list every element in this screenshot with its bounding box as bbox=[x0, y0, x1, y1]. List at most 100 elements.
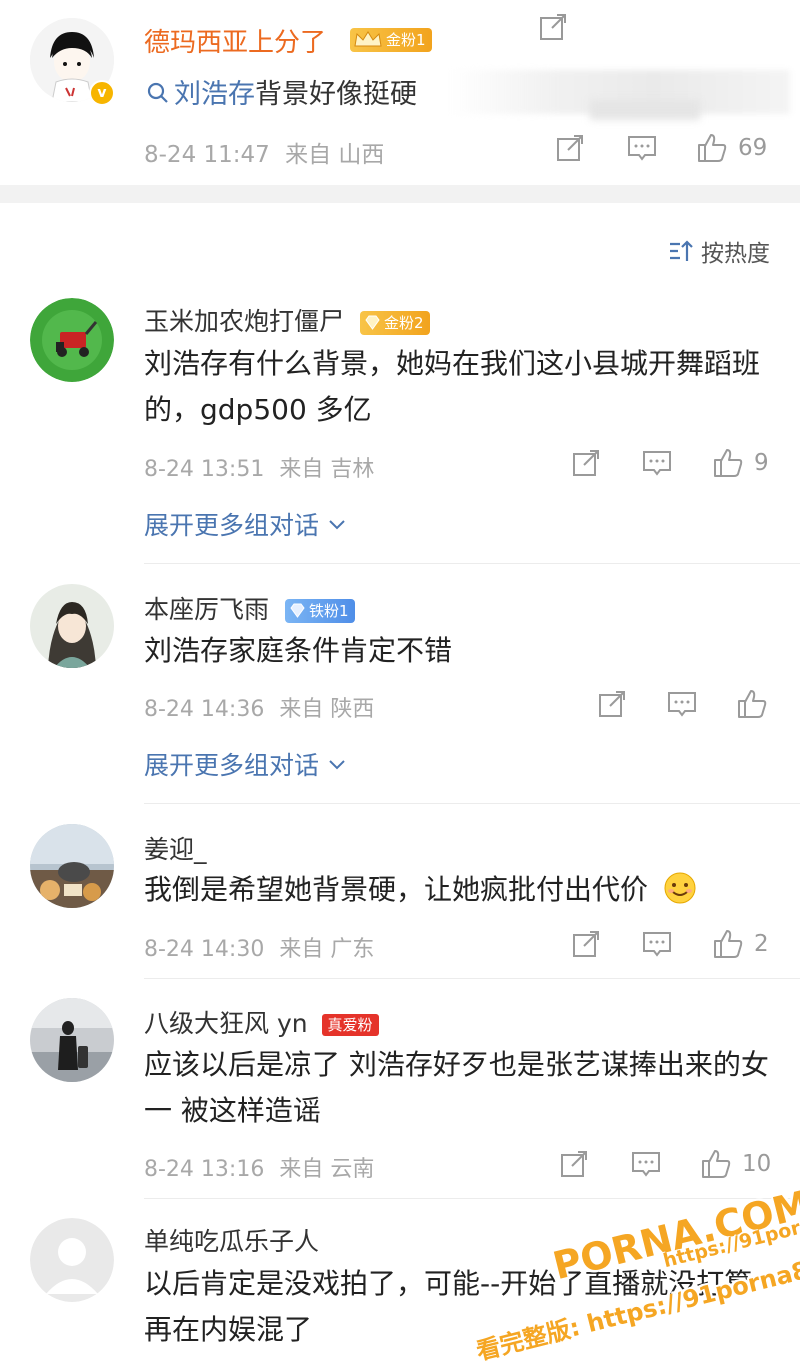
like-count: 69 bbox=[738, 135, 768, 161]
comment-text: 我倒是希望她背景硬，让她疯批付出代价 bbox=[144, 867, 774, 913]
comment-text: 应该以后是凉了 刘浩存好歹也是张艺谋捧出来的女一 被这样造谣 bbox=[144, 1048, 769, 1127]
thumbs-up-icon bbox=[714, 930, 743, 958]
repost-icon bbox=[573, 450, 599, 476]
comment-meta: 8-24 14:30 来自 广东 bbox=[144, 931, 374, 963]
like-count: 9 bbox=[754, 450, 769, 476]
username-text: 本座厉飞雨 bbox=[144, 595, 270, 624]
post-meta: 8-24 11:47 来自 山西 bbox=[144, 135, 384, 169]
avatar[interactable] bbox=[30, 1218, 114, 1302]
true-fan-badge[interactable]: 真爱粉 bbox=[321, 1014, 379, 1036]
like-button[interactable]: 2 bbox=[712, 928, 769, 960]
username-text: 玉米加农炮打僵尸 bbox=[144, 307, 345, 336]
sort-label: 按热度 bbox=[701, 241, 770, 267]
repost-button[interactable] bbox=[596, 688, 628, 720]
comment-location: 来自 吉林 bbox=[279, 457, 375, 482]
comment-button[interactable] bbox=[641, 928, 673, 960]
comment-username[interactable]: 本座厉飞雨 铁粉1 bbox=[144, 590, 355, 626]
comment-icon bbox=[668, 692, 696, 717]
like-button[interactable]: 69 bbox=[696, 132, 767, 164]
comment-icon bbox=[643, 451, 671, 476]
search-icon bbox=[147, 82, 168, 103]
like-button[interactable]: 9 bbox=[712, 447, 769, 479]
like-button[interactable] bbox=[736, 688, 778, 720]
fan-badge[interactable]: 铁粉1 bbox=[284, 599, 355, 623]
post-time: 8-24 11:47 bbox=[144, 142, 270, 168]
avatar[interactable] bbox=[30, 584, 114, 668]
diamond-icon bbox=[365, 315, 380, 330]
comment-time: 8-24 14:36 bbox=[144, 697, 265, 722]
watermark: PORNA.COM https://91porna81.com 看完整版: ht… bbox=[470, 1182, 800, 1364]
comment-username[interactable]: 单纯吃瓜乐子人 bbox=[144, 1222, 319, 1258]
repost-button[interactable] bbox=[554, 132, 586, 164]
search-topic-link[interactable]: 刘浩存 bbox=[174, 79, 255, 110]
diamond-icon bbox=[290, 603, 305, 618]
sort-toggle[interactable]: 按热度 bbox=[667, 234, 770, 268]
verified-icon: v bbox=[89, 80, 115, 106]
divider bbox=[144, 978, 800, 979]
comment-time: 8-24 14:30 bbox=[144, 937, 265, 962]
comment-meta: 8-24 13:16 来自 云南 bbox=[144, 1151, 374, 1183]
repost-icon bbox=[561, 1151, 587, 1177]
comment-meta: 8-24 14:36 来自 陕西 bbox=[144, 691, 374, 723]
thumbs-up-icon bbox=[738, 690, 767, 718]
repost-icon bbox=[573, 931, 599, 957]
comment-username[interactable]: 玉米加农炮打僵尸 金粉2 bbox=[144, 302, 430, 338]
blurred-region bbox=[590, 100, 700, 120]
comment-button[interactable] bbox=[626, 132, 658, 164]
expand-conversation-link[interactable]: 展开更多组对话 bbox=[144, 746, 347, 782]
comment-text-content: 我倒是希望她背景硬，让她疯批付出代价 bbox=[144, 873, 649, 906]
thumbs-up-icon bbox=[702, 1150, 731, 1178]
comment-button[interactable] bbox=[666, 688, 698, 720]
comment-time: 8-24 13:51 bbox=[144, 457, 265, 482]
fan-badge[interactable]: 金粉1 bbox=[350, 28, 432, 52]
fan-badge-text: 铁粉1 bbox=[308, 602, 349, 620]
comment-button[interactable] bbox=[641, 447, 673, 479]
avatar[interactable] bbox=[30, 824, 114, 908]
comment-icon bbox=[628, 136, 656, 161]
fan-badge[interactable]: 金粉2 bbox=[359, 311, 430, 335]
comment-username[interactable]: 八级大狂风 yn 真爱粉 bbox=[144, 1004, 379, 1040]
avatar[interactable] bbox=[30, 998, 114, 1082]
sort-icon bbox=[670, 240, 693, 261]
comment-location: 来自 云南 bbox=[279, 1157, 375, 1182]
username-text: 八级大狂风 yn bbox=[144, 1009, 308, 1038]
like-count: 2 bbox=[754, 931, 769, 957]
smile-emoji-icon bbox=[664, 872, 696, 904]
fan-badge-label: 金粉1 bbox=[350, 28, 432, 52]
comment-icon bbox=[643, 932, 671, 957]
comment-icon bbox=[632, 1152, 660, 1177]
share-icon[interactable] bbox=[538, 12, 568, 42]
thumbs-up-icon bbox=[714, 449, 743, 477]
expand-conversation-link[interactable]: 展开更多组对话 bbox=[144, 506, 347, 542]
repost-button[interactable] bbox=[558, 1148, 590, 1180]
crown-icon bbox=[354, 31, 382, 47]
comment-text: 刘浩存家庭条件肯定不错 bbox=[144, 634, 453, 667]
post-username[interactable]: 德玛西亚上分了 bbox=[144, 22, 326, 59]
like-count: 10 bbox=[742, 1151, 772, 1177]
comment-username[interactable]: 姜迎_ bbox=[144, 830, 207, 866]
comment-button[interactable] bbox=[630, 1148, 662, 1180]
like-button[interactable]: 10 bbox=[700, 1148, 771, 1180]
post-text: 刘浩存背景好像挺硬 bbox=[146, 72, 417, 111]
divider bbox=[144, 563, 800, 564]
comment-location: 来自 陕西 bbox=[279, 697, 375, 722]
fan-badge-text: 金粉1 bbox=[386, 31, 426, 49]
chevron-down-icon bbox=[329, 520, 345, 530]
avatar[interactable] bbox=[30, 298, 114, 382]
original-post: v 德玛西亚上分了 金粉1 刘浩存背景好像挺硬 8-24 11:47 来自 山西 bbox=[0, 0, 800, 185]
expand-label: 展开更多组对话 bbox=[144, 751, 320, 780]
thumbs-up-icon bbox=[698, 134, 727, 162]
section-divider bbox=[0, 185, 800, 203]
post-location: 来自 山西 bbox=[285, 142, 385, 168]
repost-icon bbox=[557, 135, 583, 161]
repost-button[interactable] bbox=[570, 928, 602, 960]
comment-time: 8-24 13:16 bbox=[144, 1157, 265, 1182]
repost-button[interactable] bbox=[570, 447, 602, 479]
repost-icon bbox=[599, 691, 625, 717]
divider bbox=[144, 803, 800, 804]
comment-location: 来自 广东 bbox=[279, 937, 375, 962]
chevron-down-icon bbox=[329, 760, 345, 770]
post-text-rest: 背景好像挺硬 bbox=[255, 79, 417, 110]
expand-label: 展开更多组对话 bbox=[144, 511, 320, 540]
fan-badge-text: 金粉2 bbox=[383, 314, 424, 332]
